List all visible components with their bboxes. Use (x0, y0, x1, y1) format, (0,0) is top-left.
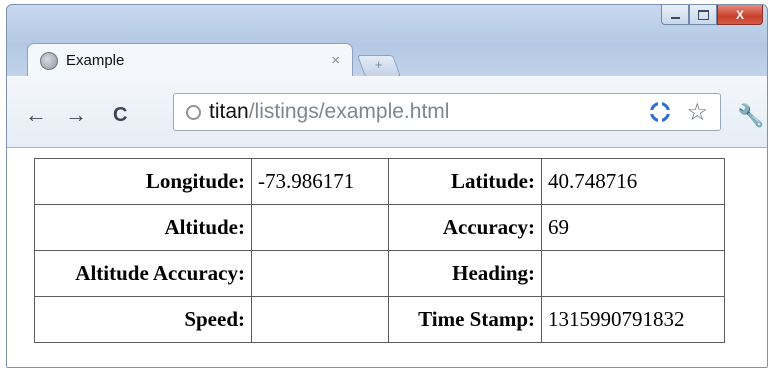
toolbar: ← → C titan/listings/example.html ☆ 🔧 (7, 76, 767, 148)
globe-icon (40, 51, 58, 70)
back-button[interactable]: ← (25, 104, 47, 126)
star-icon[interactable]: ☆ (686, 98, 708, 127)
accuracy-label: Accuracy: (388, 204, 542, 251)
tab-example[interactable]: Example × (27, 43, 353, 77)
speed-label: Speed: (34, 296, 252, 343)
altitude-value (251, 204, 389, 251)
heading-label: Heading: (388, 250, 542, 297)
plus-icon: + (374, 57, 383, 72)
close-window-button[interactable]: X (717, 5, 763, 25)
altitude-accuracy-label: Altitude Accuracy: (34, 250, 252, 297)
longitude-value: -73.986171 (251, 158, 389, 205)
new-tab-button[interactable]: + (356, 55, 402, 77)
close-icon: X (735, 7, 744, 22)
minimize-button[interactable] (661, 5, 689, 25)
wrench-icon[interactable]: 🔧 (737, 103, 764, 129)
table-row: Altitude Accuracy: Heading: (34, 250, 725, 297)
timestamp-label: Time Stamp: (388, 296, 542, 343)
heading-value (541, 250, 725, 297)
tab-title: Example (66, 52, 125, 69)
minimize-icon (670, 16, 680, 19)
latitude-label: Latitude: (388, 158, 542, 205)
page-content: Longitude: -73.986171 Latitude: 40.74871… (7, 148, 767, 367)
longitude-label: Longitude: (34, 158, 252, 205)
address-host: titan (209, 100, 249, 123)
maximize-button[interactable] (689, 5, 717, 25)
altitude-label: Altitude: (34, 204, 252, 251)
page-icon (186, 104, 201, 120)
accuracy-value: 69 (541, 204, 725, 251)
table-row: Longitude: -73.986171 Latitude: 40.74871… (34, 158, 725, 205)
address-bar[interactable]: titan/listings/example.html ☆ (173, 93, 721, 131)
reload-button[interactable]: C (113, 104, 127, 126)
browser-window: X Example × + ← → C titan/listings/examp… (6, 4, 768, 368)
table-row: Altitude: Accuracy: 69 (34, 204, 725, 251)
altitude-accuracy-value (251, 250, 389, 297)
timestamp-value: 1315990791832 (541, 296, 725, 343)
geolocation-table: Longitude: -73.986171 Latitude: 40.74871… (34, 158, 725, 343)
window-controls: X (661, 5, 763, 27)
tab-close-icon[interactable]: × (331, 52, 340, 69)
latitude-value: 40.748716 (541, 158, 725, 205)
address-path: /listings/example.html (248, 100, 450, 123)
target-icon[interactable] (650, 102, 670, 122)
maximize-icon (697, 9, 709, 20)
speed-value (251, 296, 389, 343)
table-row: Speed: Time Stamp: 1315990791832 (34, 296, 725, 343)
forward-button[interactable]: → (65, 104, 87, 126)
